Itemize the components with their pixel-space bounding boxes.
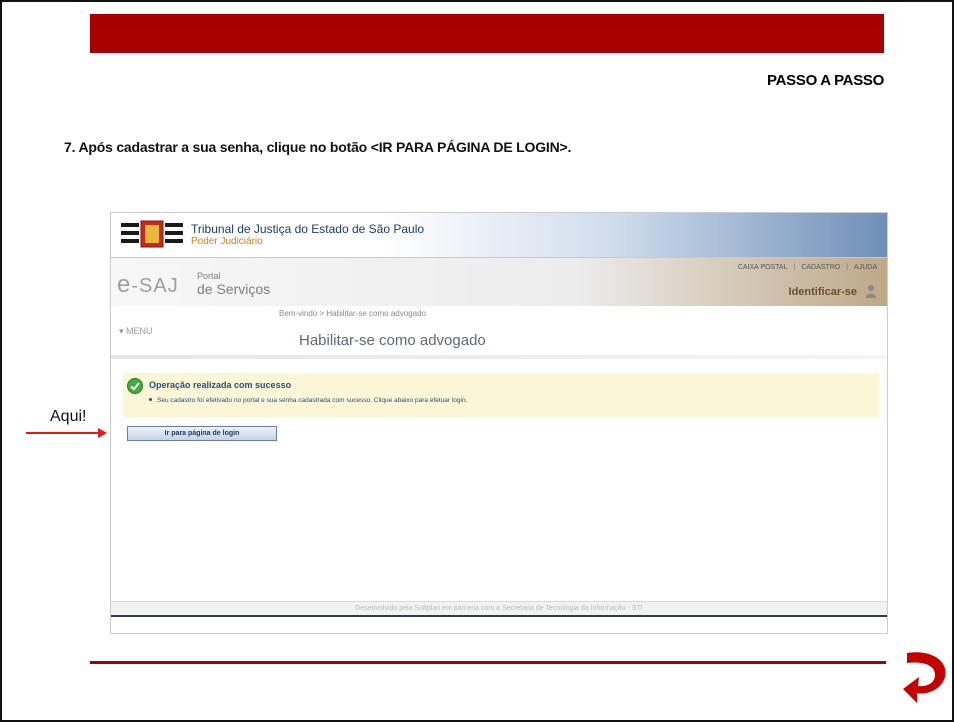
section-label: PASSO A PASSO bbox=[767, 72, 884, 89]
message-detail: Seu cadastro foi efetivado no portal e s… bbox=[157, 397, 468, 404]
check-circle-icon bbox=[127, 378, 143, 394]
court-logo-icon bbox=[121, 220, 183, 248]
portal-label: Portal bbox=[197, 271, 221, 281]
esaj-logo-saj: -SAJ bbox=[131, 275, 179, 297]
header-bar bbox=[90, 14, 884, 53]
court-title: Tribunal de Justiça do Estado de São Pau… bbox=[191, 222, 425, 236]
identify-link[interactable]: Identificar-se bbox=[789, 286, 857, 298]
footer-line bbox=[111, 615, 887, 617]
court-header: Tribunal de Justiça do Estado de São Pau… bbox=[111, 213, 887, 258]
breadcrumb: Bem-vindo > Habilitar-se como advogado bbox=[279, 309, 426, 318]
chevron-down-icon: ▾ bbox=[119, 326, 127, 336]
link-ajuda[interactable]: AJUDA bbox=[854, 264, 877, 271]
link-cadastro[interactable]: CADASTRO bbox=[801, 264, 840, 271]
portal-banner: e-SAJ Portal de Serviços CAIXA POSTAL | CA… bbox=[111, 258, 887, 306]
pointer-arrow-icon bbox=[26, 428, 107, 438]
top-links: CAIXA POSTAL | CADASTRO | AJUDA bbox=[737, 264, 877, 271]
esaj-logo-e: e bbox=[117, 271, 132, 298]
menu-label: MENU bbox=[126, 326, 153, 336]
user-icon bbox=[866, 285, 876, 298]
court-subtitle: Poder Judiciário bbox=[191, 236, 263, 247]
login-page-button[interactable]: Ir para página de login bbox=[127, 426, 277, 441]
servicos-label: de Serviços bbox=[197, 281, 271, 297]
portal-screenshot: Tribunal de Justiça do Estado de São Pau… bbox=[110, 212, 888, 634]
page-title: Habilitar-se como advogado bbox=[299, 332, 486, 349]
title-divider bbox=[111, 355, 887, 359]
esaj-logo: e-SAJ bbox=[117, 271, 179, 299]
success-message: Operação realizada com sucesso Seu cadas… bbox=[123, 373, 879, 417]
next-arrow-icon[interactable] bbox=[901, 645, 953, 707]
slide: PASSO A PASSO 7. Após cadastrar a sua se… bbox=[0, 0, 954, 722]
menu-toggle[interactable]: ▾ MENU bbox=[119, 326, 153, 337]
bullet bbox=[149, 398, 152, 401]
bottom-divider bbox=[90, 661, 886, 664]
instruction-text: 7. Após cadastrar a sua senha, clique no… bbox=[64, 139, 572, 155]
pointer-label: Aqui! bbox=[50, 408, 87, 425]
link-caixa-postal[interactable]: CAIXA POSTAL bbox=[738, 264, 788, 271]
portal-footer: Desenvolvido pela Softplan em parceria c… bbox=[111, 601, 887, 616]
message-title: Operação realizada com sucesso bbox=[149, 380, 292, 390]
